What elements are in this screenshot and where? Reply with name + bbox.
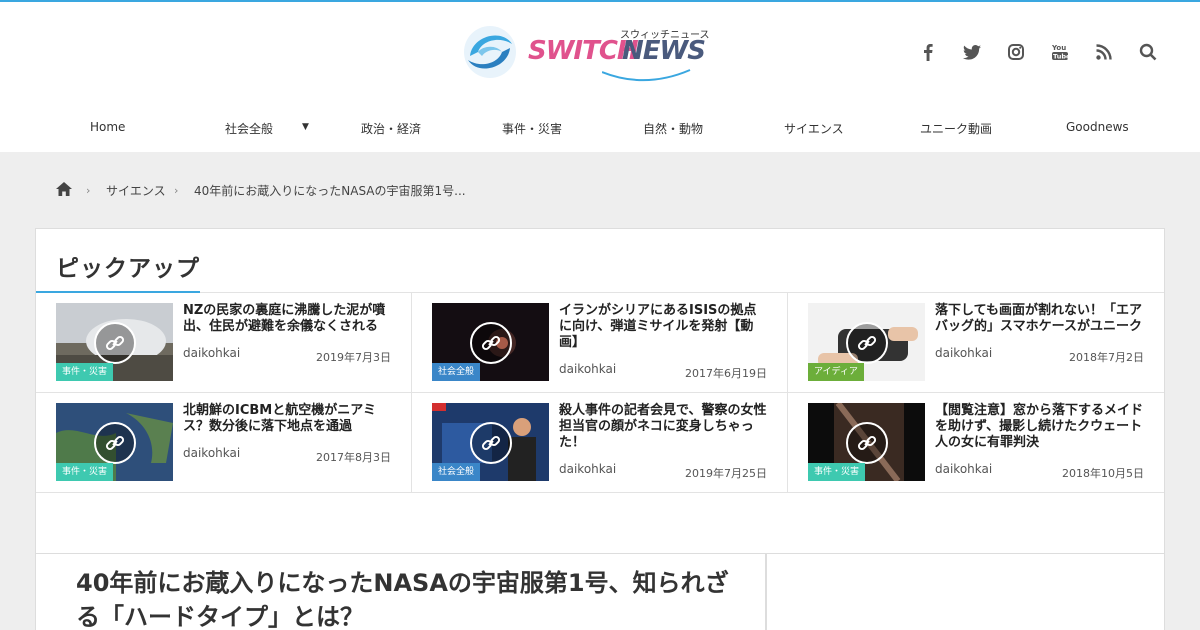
category-badge[interactable]: 事件・災害 [56,363,114,381]
nav-item-society[interactable]: 社会全般 [225,120,273,137]
search-icon[interactable] [1136,40,1160,64]
link-icon [470,422,512,464]
pickup-heading: ピックアップ [56,256,200,282]
pickup-section: ピックアップ 事件・災害 NZの民家の裏庭に沸騰した泥が噴出、住民が避難を余儀な… [35,228,1165,554]
nav-item-nature[interactable]: 自然・動物 [643,120,703,137]
link-icon [470,322,512,364]
card-title[interactable]: 落下しても画面が割れない！「エアバッグ的」スマホケースがユニーク [935,303,1145,335]
card-title[interactable]: 北朝鮮のICBMと航空機がニアミス？数分後に落下地点を通過 [183,403,393,435]
card-thumbnail[interactable]: 事件・災害 [56,403,173,481]
card-title[interactable]: 殺人事件の記者会見で、警察の女性担当官の顔がネコに変身しちゃった！ [559,403,769,451]
category-badge[interactable]: 事件・災害 [808,463,866,481]
category-badge[interactable]: 社会全般 [432,363,481,381]
category-badge[interactable]: アイディア [808,363,864,381]
card-thumbnail[interactable]: 事件・災害 [808,403,925,481]
breadcrumb-separator-icon: › [174,184,179,197]
category-badge[interactable]: 事件・災害 [56,463,114,481]
card-title[interactable]: NZの民家の裏庭に沸騰した泥が噴出、住民が避難を余儀なくされる [183,303,393,335]
card-date: 2018年7月2日 [1069,351,1144,364]
nav-item-science[interactable]: サイエンス [784,120,844,137]
link-icon [94,422,136,464]
pickup-card[interactable]: 事件・災害 【閲覧注意】窓から落下するメイドを助けず、撮影し続けたクウェート人の… [788,393,1164,493]
article-title: 40年前にお蔵入りになったNASAの宇宙服第1号、知られざる「ハードタイプ」とは… [76,569,729,630]
pickup-card[interactable]: アイディア 落下しても画面が割れない！「エアバッグ的」スマホケースがユニーク d… [788,293,1164,393]
chevron-down-icon[interactable]: ▼ [302,122,309,132]
card-author: daikohkai [935,462,993,476]
card-title[interactable]: 【閲覧注意】窓から落下するメイドを助けず、撮影し続けたクウェート人の女に有罪判決 [935,403,1145,451]
nav-item-politics[interactable]: 政治・経済 [361,120,421,137]
card-author: daikohkai [183,446,241,460]
link-icon [846,422,888,464]
pickup-card[interactable]: 社会全般 イランがシリアにあるISISの拠点に向け、弾道ミサイルを発射【動画】 … [412,293,788,393]
logo-word-news: NEWS [622,36,706,66]
main-nav: Home 社会全般 ▼ 政治・経済 事件・災害 自然・動物 サイエンス ユニーク… [0,108,1200,152]
nav-item-home[interactable]: Home [90,120,125,134]
link-icon [94,322,136,364]
card-author: daikohkai [559,362,617,376]
nav-item-incidents[interactable]: 事件・災害 [502,120,562,137]
card-date: 2019年7月3日 [316,351,391,364]
pickup-card[interactable]: 事件・災害 NZの民家の裏庭に沸騰した泥が噴出、住民が避難を余儀なくされる da… [36,293,412,393]
article-main: 40年前にお蔵入りになったNASAの宇宙服第1号、知られざる「ハードタイプ」とは… [35,554,766,630]
nav-item-goodnews[interactable]: Goodnews [1066,120,1129,134]
card-date: 2019年7月25日 [685,467,767,480]
home-icon[interactable] [56,182,72,199]
pickup-card[interactable]: 事件・災害 北朝鮮のICBMと航空機がニアミス？数分後に落下地点を通過 daik… [36,393,412,493]
link-icon [846,322,888,364]
rss-icon[interactable] [1092,40,1116,64]
facebook-icon[interactable] [916,40,940,64]
card-thumbnail[interactable]: 社会全般 [432,303,549,381]
breadcrumb-separator-icon: › [86,184,91,197]
site-logo[interactable]: スウィッチニュース SWITCH NEWS [462,22,710,86]
category-badge[interactable]: 社会全般 [432,463,481,481]
card-thumbnail[interactable]: 事件・災害 [56,303,173,381]
sidebar [766,554,1165,630]
youtube-icon[interactable]: YouTube [1048,40,1072,64]
nav-item-unique-video[interactable]: ユニーク動画 [920,120,992,137]
breadcrumb-category[interactable]: サイエンス [106,182,166,199]
svg-text:You: You [1052,44,1066,52]
card-date: 2017年6月19日 [685,367,767,380]
card-author: daikohkai [935,346,993,360]
pickup-card[interactable]: 社会全般 殺人事件の記者会見で、警察の女性担当官の顔がネコに変身しちゃった！ d… [412,393,788,493]
card-date: 2018年10月5日 [1062,467,1144,480]
twitter-icon[interactable] [960,40,984,64]
card-thumbnail[interactable]: 社会全般 [432,403,549,481]
site-header: スウィッチニュース SWITCH NEWS YouTube Home 社会全般 … [0,2,1200,152]
logo-swirl-icon [464,26,516,78]
card-thumbnail[interactable]: アイディア [808,303,925,381]
card-title[interactable]: イランがシリアにあるISISの拠点に向け、弾道ミサイルを発射【動画】 [559,303,769,351]
card-author: daikohkai [183,346,241,360]
svg-text:Tube: Tube [1053,53,1068,61]
card-date: 2017年8月3日 [316,451,391,464]
logo-swoosh [602,69,691,81]
card-author: daikohkai [559,462,617,476]
breadcrumb-current: 40年前にお蔵入りになったNASAの宇宙服第1号... [194,184,466,198]
instagram-icon[interactable] [1004,40,1028,64]
